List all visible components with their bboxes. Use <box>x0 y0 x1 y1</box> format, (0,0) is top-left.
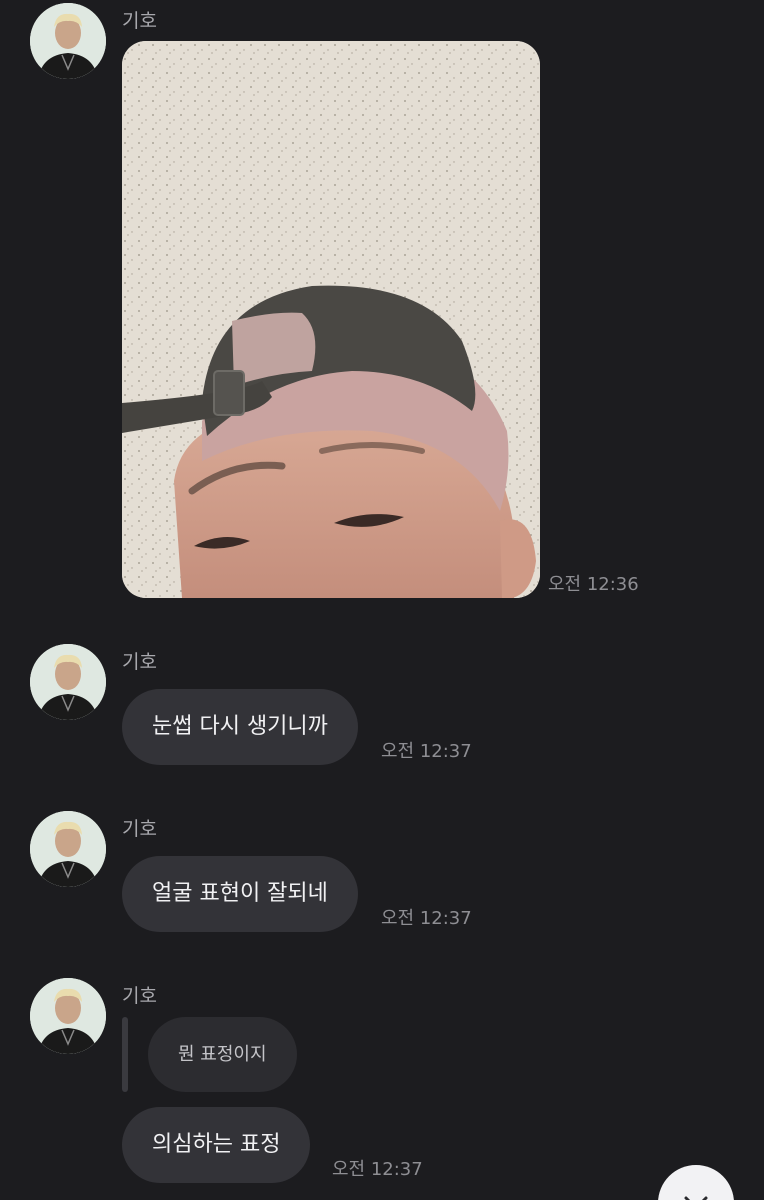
sender-name: 기호 <box>122 818 157 840</box>
avatar[interactable] <box>30 644 106 720</box>
avatar[interactable] <box>30 978 106 1054</box>
scroll-to-bottom-button[interactable] <box>658 1165 734 1200</box>
quoted-message[interactable]: 뭔 표정이지 <box>148 1017 297 1092</box>
avatar[interactable] <box>30 3 106 79</box>
photo-message[interactable] <box>122 41 540 598</box>
message-time: 오전 12:36 <box>548 574 639 595</box>
avatar[interactable] <box>30 811 106 887</box>
message-time: 오전 12:37 <box>381 908 472 929</box>
message-time: 오전 12:37 <box>332 1159 423 1180</box>
sender-name: 기호 <box>122 985 157 1007</box>
sender-name: 기호 <box>122 651 157 673</box>
chevron-down-icon <box>684 1196 708 1200</box>
message-bubble[interactable]: 얼굴 표현이 잘되네 <box>122 856 358 932</box>
sender-name: 기호 <box>122 10 157 32</box>
reply-indicator-bar <box>122 1017 128 1092</box>
message-bubble[interactable]: 의심하는 표정 <box>122 1107 311 1183</box>
message-bubble[interactable]: 눈썹 다시 생기니까 <box>122 689 358 765</box>
message-time: 오전 12:37 <box>381 741 472 762</box>
chat-screen: 기호 오전 12:36 기호 눈썹 다시 생기니까 오전 12:37 기호 얼굴… <box>0 0 764 1200</box>
